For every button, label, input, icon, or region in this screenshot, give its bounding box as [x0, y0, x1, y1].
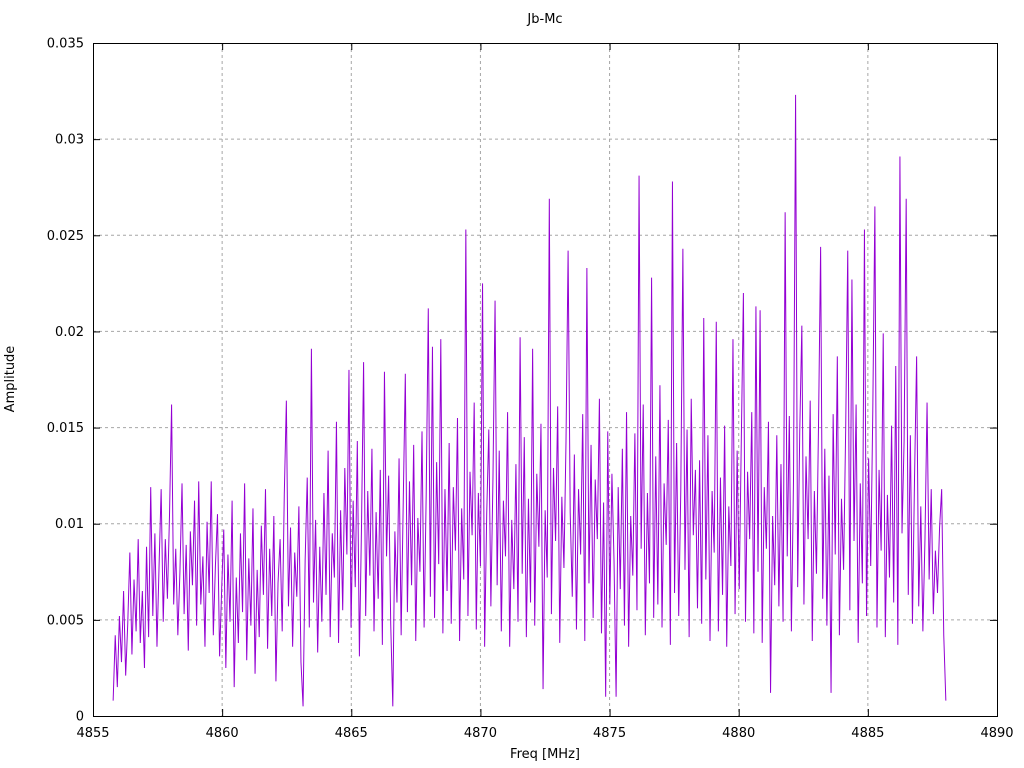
data-series-layer: [112, 94, 947, 707]
x-tick-label: 4885: [851, 726, 884, 741]
x-tick-label: 4875: [593, 726, 626, 741]
y-tick-label: 0.01: [55, 517, 84, 532]
chart-title: Jb-Mc: [526, 12, 562, 27]
x-tick-label: 4855: [76, 726, 109, 741]
grid-lines: [93, 43, 997, 716]
axes-and-ticks: [93, 43, 998, 717]
y-axis-label: Amplitude: [3, 346, 18, 413]
x-tick-label: 4890: [980, 726, 1013, 741]
y-tick-label: 0: [76, 710, 84, 725]
y-tick-label: 0.015: [47, 421, 84, 436]
y-tick-label: 0.035: [47, 37, 84, 52]
x-tick-label: 4880: [722, 726, 755, 741]
y-tick-label: 0.005: [47, 613, 84, 628]
x-tick-label: 4865: [335, 726, 368, 741]
x-tick-label: 4860: [206, 726, 239, 741]
tick-labels: 4855 4860 4865 4870 4875 4880 4885 4890 0 0.005 0.…: [47, 37, 1014, 742]
y-tick-label: 0.03: [55, 133, 84, 148]
x-axis-label: Freq [MHz]: [510, 747, 580, 762]
plot-border: [93, 43, 998, 717]
y-tick-label: 0.02: [55, 325, 84, 340]
y-tick-label: 0.025: [47, 229, 84, 244]
x-tick-label: 4870: [464, 726, 497, 741]
chart-window: 4855 4860 4865 4870 4875 4880 4885 4890 0 0.005 0.…: [0, 0, 1024, 768]
data-series-line: [112, 94, 947, 707]
chart-canvas: 4855 4860 4865 4870 4875 4880 4885 4890 0 0.005 0.…: [3, 12, 1014, 762]
